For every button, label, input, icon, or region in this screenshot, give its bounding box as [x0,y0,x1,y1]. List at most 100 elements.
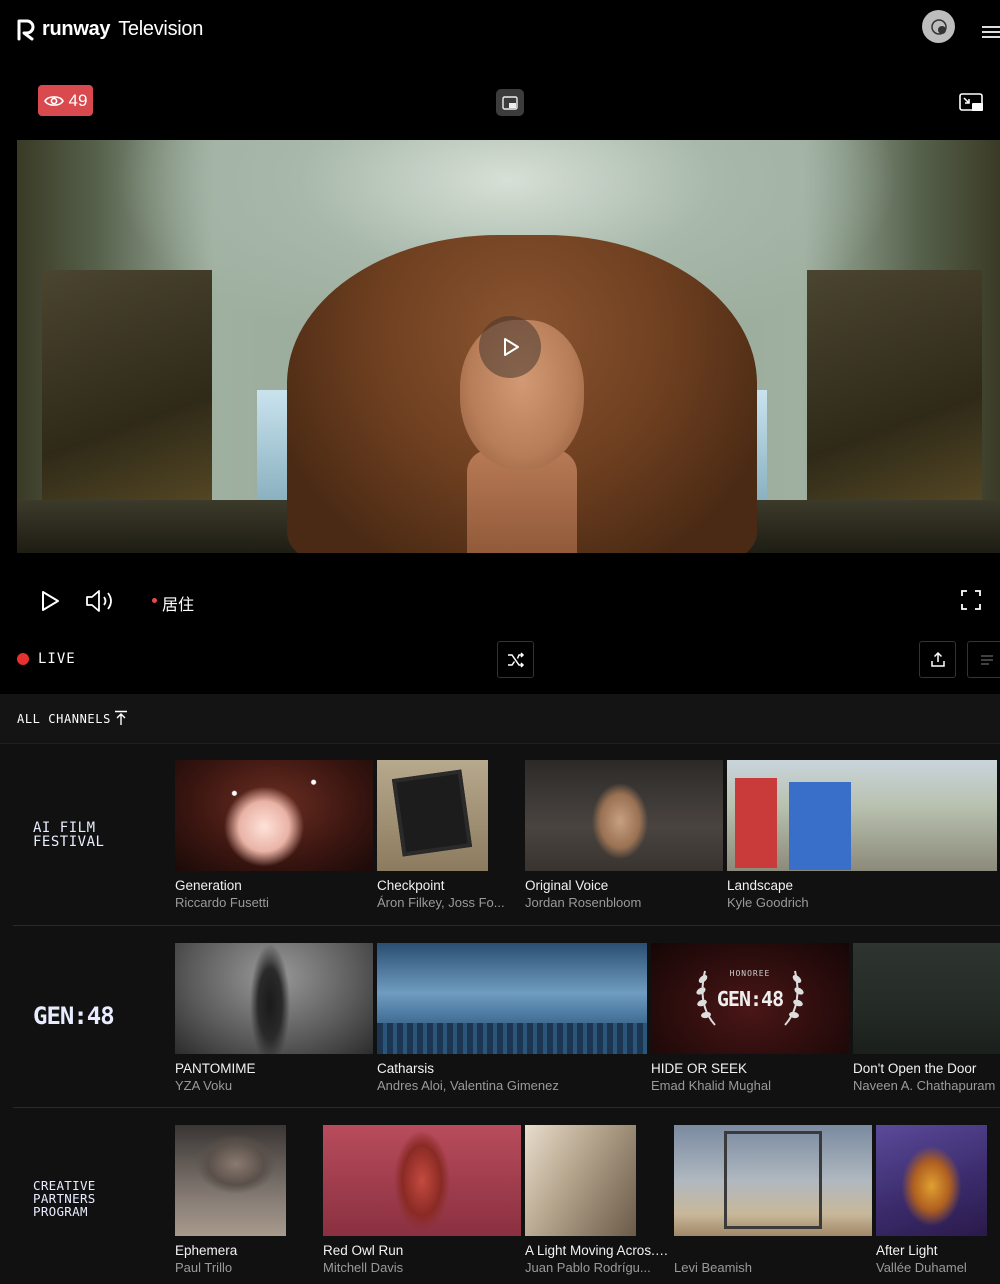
channels-panel: ALL CHANNELS AI FILM FESTIVAL Generation… [0,694,1000,1284]
video-title: After Light [876,1243,938,1258]
video-title: Generation [175,878,242,893]
laurel-icon [696,970,716,1026]
viewer-count-badge: 49 [38,85,93,116]
laurel-icon [784,970,804,1026]
video-thumbnail [674,1125,872,1236]
video-card[interactable]: Catharsis Andres Aloi, Valentina Gimenez [377,943,647,1093]
video-thumbnail [175,943,373,1054]
video-card[interactable]: Landscape Kyle Goodrich [727,760,997,910]
video-card[interactable]: Ephemera Paul Trillo [175,1125,315,1275]
live-dot [17,653,29,665]
play-icon[interactable] [38,589,62,613]
video-author: Mitchell Davis [323,1260,404,1275]
video-thumbnail-seats [377,1023,647,1054]
video-thumbnail [876,1125,987,1236]
video-thumbnail [175,1125,286,1236]
channel-logo-line: AI FILM [33,820,96,836]
video-card[interactable]: Generation Riccardo Fusetti [175,760,373,910]
video-card[interactable]: Levi Beamish [674,1125,872,1275]
list-button[interactable] [967,641,1000,678]
share-button[interactable] [919,641,956,678]
video-scene-painting [807,270,982,520]
fullscreen-icon[interactable] [960,589,982,611]
channel-logo-line: GEN:48 [33,1002,115,1030]
channel-logo-gen48[interactable]: GEN:48 [33,1002,115,1030]
top-bar: runway Television [0,0,1000,62]
pip-icon [502,95,518,110]
viewer-count: 49 [68,90,88,110]
video-author: Naveen A. Chathapuram [853,1078,996,1093]
channels-header[interactable]: ALL CHANNELS [0,694,1000,744]
playback-controls: 居住 [0,575,1000,625]
video-author: Riccardo Fusetti [175,895,269,910]
pip-toggle-button[interactable] [496,89,524,116]
video-title: Original Voice [525,878,609,893]
video-author: Vallée Duhamel [876,1260,967,1275]
video-thumbnail [727,760,997,871]
video-card[interactable]: Red Owl Run Mitchell Davis [323,1125,521,1275]
video-author: Kyle Goodrich [727,895,809,910]
video-player[interactable] [17,140,1000,553]
video-title: Checkpoint [377,878,445,893]
avatar-icon [930,18,947,35]
video-thumbnail [525,760,723,871]
channel-logo-line: PROGRAM [33,1204,88,1219]
share-icon [930,651,945,667]
video-thumbnail [853,943,1000,1054]
video-author: Levi Beamish [674,1260,753,1275]
video-title: Catharsis [377,1061,435,1076]
video-card[interactable]: A Light Moving Acros... □ Juan Pablo Rod… [525,1125,672,1275]
logo[interactable]: runway Television [16,18,203,41]
channel-row-creative-partners: CREATIVE PARTNERS PROGRAM Ephemera Paul … [0,1108,1000,1284]
video-card[interactable]: After Light Vallée Duhamel [876,1125,1000,1275]
channel-logo-creative-partners[interactable]: CREATIVE PARTNERS PROGRAM [33,1179,96,1218]
list-icon [981,654,993,665]
video-title: PANTOMIME [175,1061,256,1076]
video-author: Paul Trillo [175,1260,233,1275]
brand-subtitle: Television [118,18,204,40]
channel-logo-line: FESTIVAL [33,834,105,850]
runway-logo-icon [17,19,35,40]
video-card[interactable]: PANTOMIME YZA Voku [175,943,373,1093]
pip-icon [959,93,983,111]
video-thumbnail [377,760,488,871]
video-thumbnail [175,760,373,871]
video-card[interactable]: Checkpoint Áron Filkey, Joss Fo... [377,760,511,910]
avatar[interactable] [922,10,955,43]
video-thumbnail-frame [724,1131,822,1229]
live-label: 居住 [162,597,195,614]
shuffle-button[interactable] [497,641,534,678]
video-card[interactable]: Don't Open the Door Naveen A. Chathapura… [853,943,1000,1093]
video-thumbnail-frame [391,769,473,857]
video-thumbnail [377,943,647,1054]
video-title: Red Owl Run [323,1243,404,1258]
channel-row-gen48: GEN:48 PANTOMIME YZA Voku Catharsis Andr… [0,926,1000,1108]
volume-icon[interactable] [84,588,116,614]
video-author: Juan Pablo Rodrígu... [525,1260,651,1275]
shuffle-icon [507,651,524,668]
video-scene-painting [42,270,212,520]
video-author: Andres Aloi, Valentina Gimenez [377,1078,559,1093]
video-title: Don't Open the Door [853,1061,977,1076]
live-indicator-dot [152,598,157,603]
video-card[interactable]: Original Voice Jordan Rosenbloom [525,760,723,910]
video-thumbnail-arcade [789,782,851,870]
video-card[interactable]: HONOREE GEN:48 HIDE OR SEEK Emad Khalid … [651,943,849,1093]
video-author: YZA Voku [175,1078,233,1093]
honoree-badge: HONOREE [729,969,771,978]
video-title: HIDE OR SEEK [651,1061,748,1076]
video-thumbnail-arcade [735,778,777,868]
mini-player-button[interactable] [958,91,986,115]
brand-name: runway [42,18,111,40]
gen48-thumbnail-logo: GEN:48 [716,987,784,1011]
play-overlay-button[interactable] [479,316,541,378]
live-status-label: LIVE [38,651,76,667]
channel-logo-ai-film-festival[interactable]: AI FILM FESTIVAL [33,821,104,849]
play-icon [504,338,519,356]
video-thumbnail: HONOREE GEN:48 [651,943,849,1054]
channel-row-ai-film-festival: AI FILM FESTIVAL Generation Riccardo Fus… [0,744,1000,926]
menu-icon[interactable] [982,26,1000,40]
video-author: Jordan Rosenbloom [525,895,642,910]
video-thumbnail [323,1125,521,1236]
all-channels-label: ALL CHANNELS [17,712,111,726]
